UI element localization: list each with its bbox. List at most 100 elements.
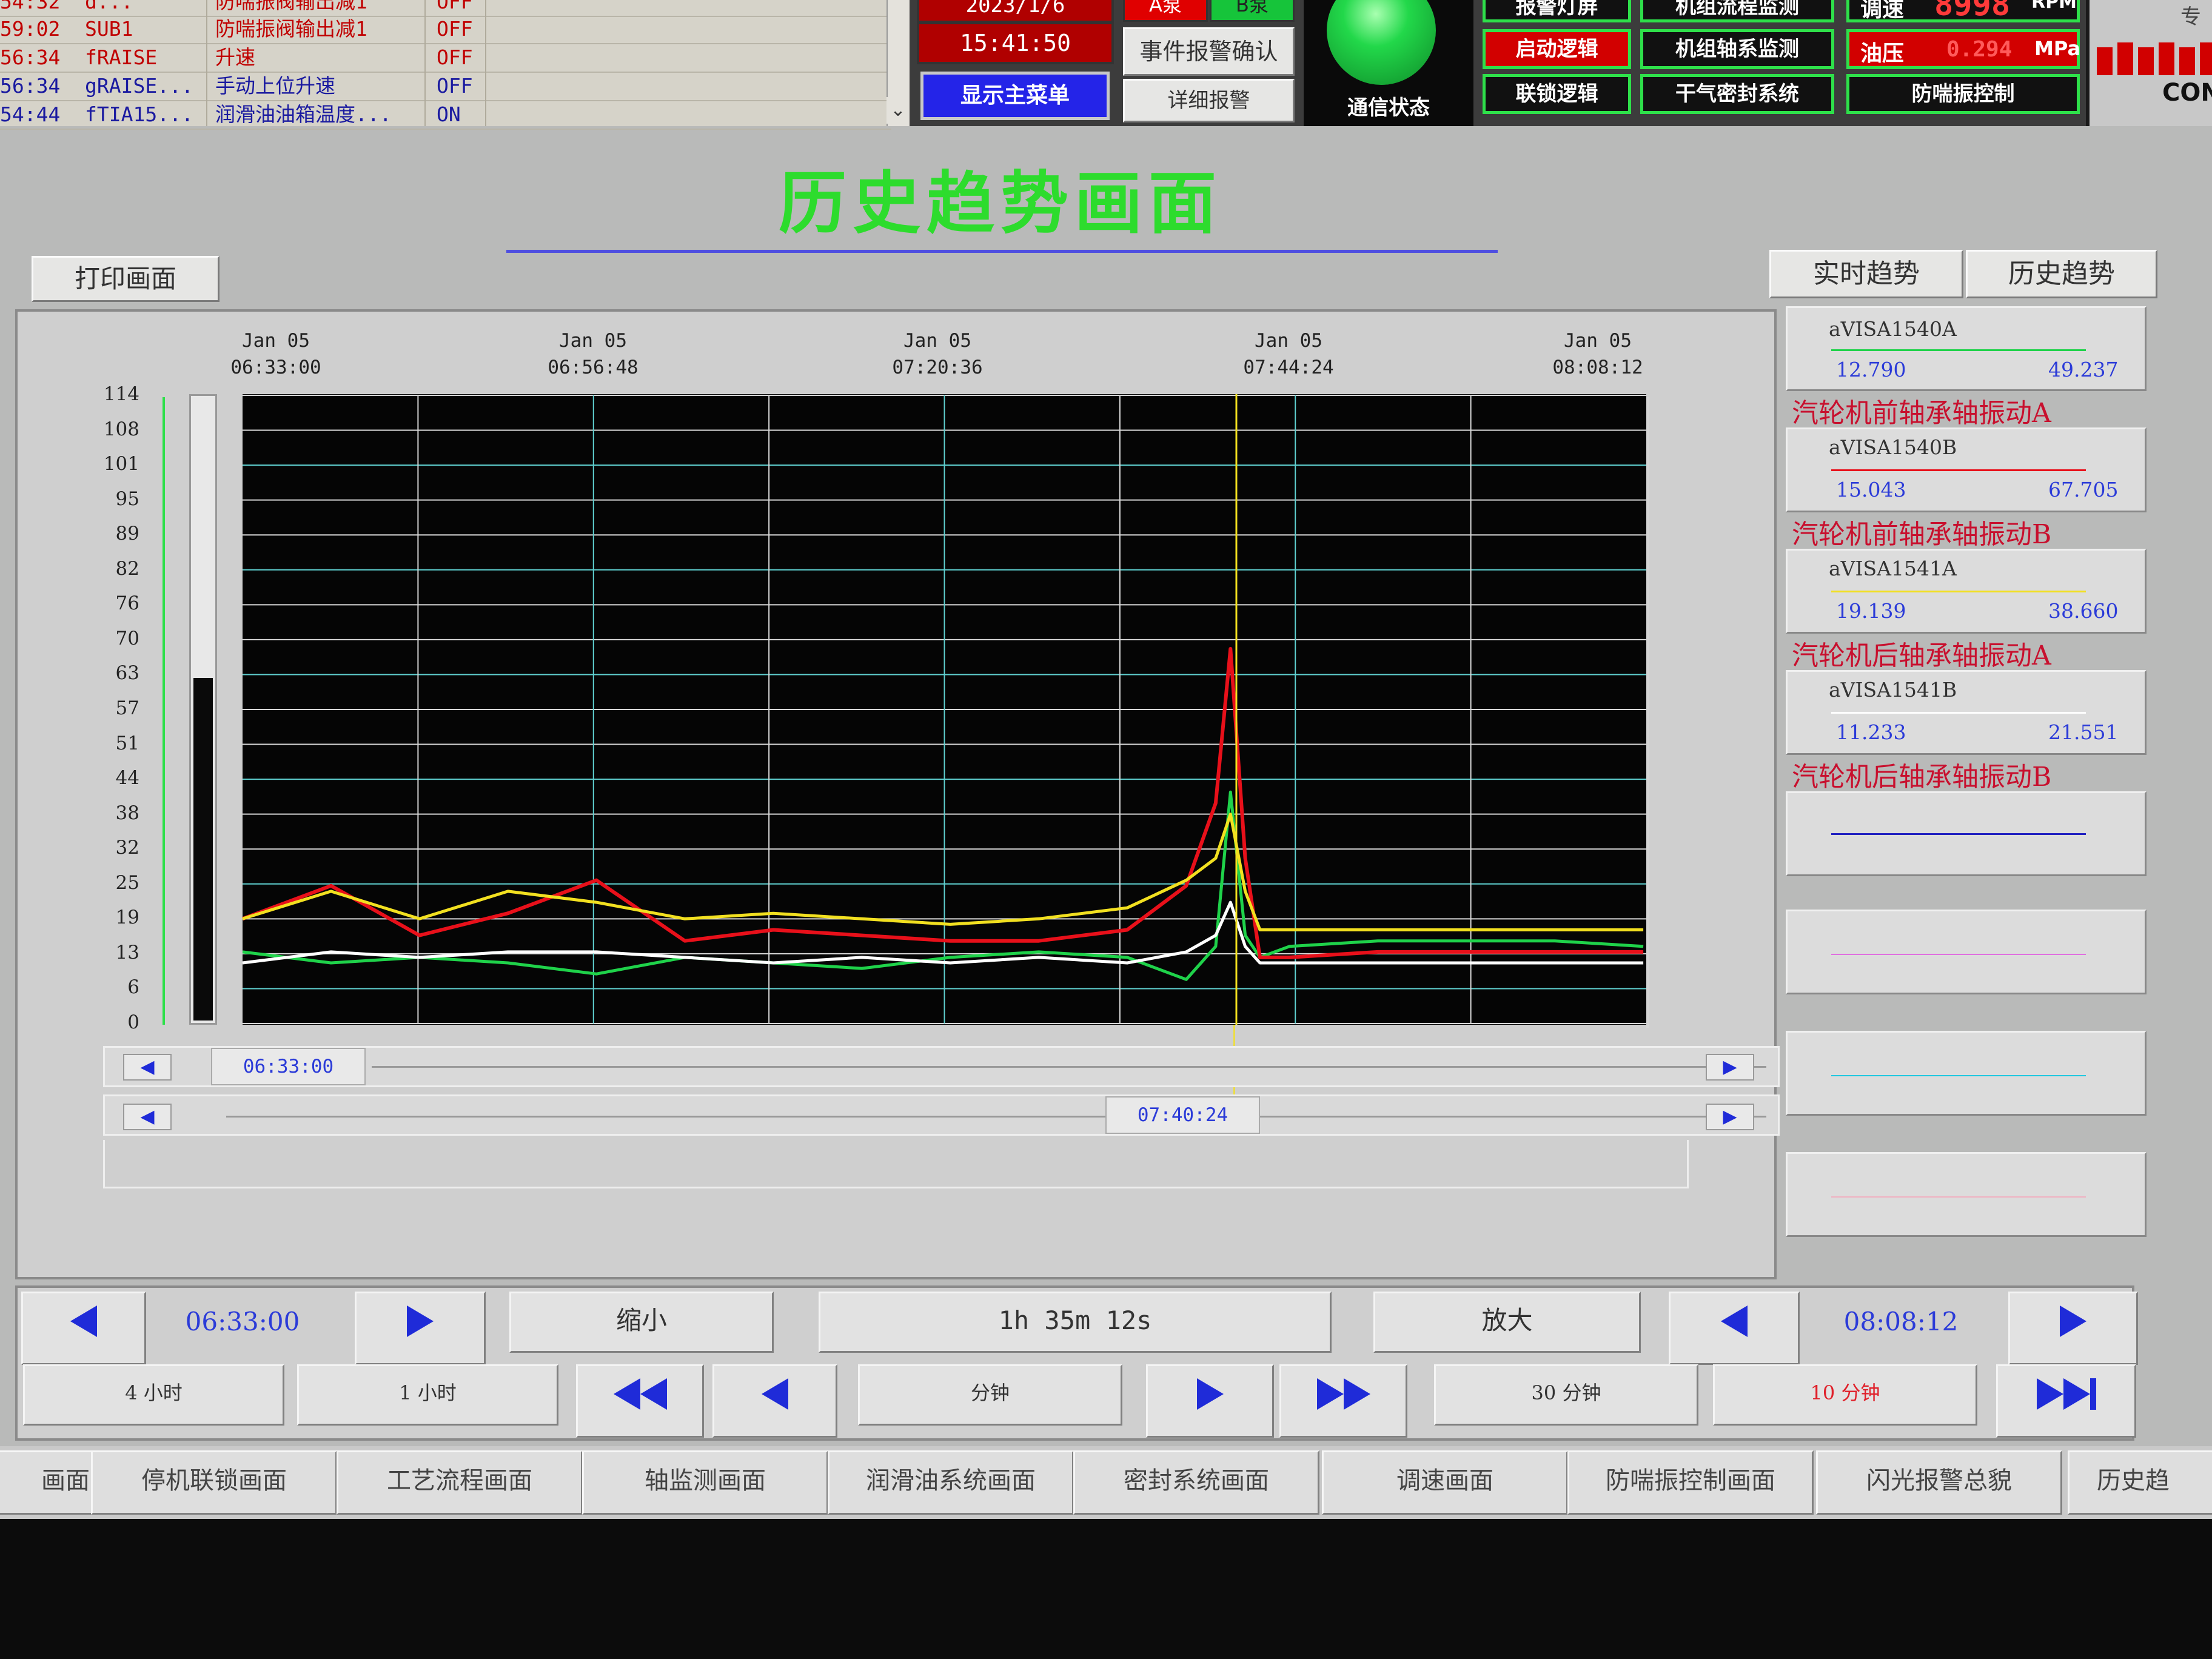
scroll-thumb-start[interactable]: 06:33:00 (211, 1048, 366, 1085)
company-logo-icon (2096, 36, 2212, 79)
range-1-hour-button[interactable]: 1 小时 (297, 1364, 558, 1426)
alarm-tag: fTIA15... (85, 102, 193, 126)
date-display: 2023/1/6 (917, 0, 1114, 23)
tab-realtime-trend[interactable]: 实时趋势 (1769, 250, 1963, 298)
double-arrow-right-icon (1316, 1378, 1344, 1410)
print-screen-button[interactable]: 打印画面 (32, 256, 220, 302)
legend-item-empty[interactable] (1786, 910, 2147, 994)
speed-unit: RPM (2031, 0, 2077, 13)
nav-process-flow[interactable]: 工艺流程画面 (337, 1450, 583, 1515)
nav-shutdown-interlock[interactable]: 停机联锁画面 (91, 1450, 337, 1515)
nav-lube-oil[interactable]: 润滑油系统画面 (828, 1450, 1074, 1515)
end-time-text: 08:08:12 (1843, 1307, 1959, 1336)
print-screen-label: 打印画面 (74, 264, 176, 293)
alarm-tag: SUB1 (85, 17, 133, 41)
interlock-logic-button[interactable]: 联锁逻辑 (1483, 74, 1631, 114)
nav-speed-control[interactable]: 调速画面 (1322, 1450, 1568, 1515)
dry-gas-seal-button[interactable]: 干气密封系统 (1640, 74, 1834, 114)
legend-item[interactable]: aVISA1540A 12.790 49.237 (1786, 306, 2147, 391)
alarm-row[interactable]: 56:34 fRAISE 升速 OFF (0, 44, 891, 73)
pump-a-label: A泵 (1149, 0, 1182, 16)
alarm-state: OFF (437, 74, 473, 98)
cursor-left-arrow-icon[interactable]: ◀ (123, 1104, 172, 1130)
comm-status-lamp-icon (1327, 0, 1436, 85)
alarm-row[interactable]: 56:34 gRAISE... 手动上位升速 OFF (0, 72, 891, 101)
legend-color-line (1831, 833, 2086, 835)
alarm-state: OFF (437, 0, 473, 13)
nav-antisurge[interactable]: 防喘振控制画面 (1567, 1450, 1814, 1515)
scroll-down-arrow-icon[interactable]: ⌄ (886, 97, 910, 124)
top-status-bar: 54:32 d... 防喘振阀输出减1 OFF 59:02 SUB1 防喘振阀输… (0, 0, 2212, 130)
legend-item[interactable]: aVISA1540B 15.043 67.705 (1786, 427, 2147, 512)
pump-a-indicator: A泵 (1123, 0, 1208, 22)
legend-color-line (1831, 349, 2086, 351)
nav-history-trend[interactable]: 历史趋 (2068, 1450, 2212, 1515)
legend-item-empty[interactable] (1786, 1031, 2147, 1116)
title-underline (506, 250, 1498, 253)
jump-to-end-button[interactable] (1996, 1364, 2136, 1438)
alarm-row[interactable]: 59:02 SUB1 防喘振阀输出减1 OFF (0, 15, 891, 44)
date-text: 2023/1/6 (965, 0, 1065, 18)
step-forward-button[interactable] (1146, 1364, 1274, 1438)
scroll-left-arrow-icon[interactable]: ◀ (123, 1054, 172, 1081)
detail-alarm-button[interactable]: 详细报警 (1123, 79, 1295, 122)
legend-item[interactable]: aVISA1541A 19.139 38.660 (1786, 549, 2147, 634)
nav-seal-system[interactable]: 密封系统画面 (1073, 1450, 1319, 1515)
end-time-forward-button[interactable] (2008, 1292, 2138, 1365)
legend-item[interactable]: aVISA1541B 11.233 21.551 (1786, 670, 2147, 755)
scroll-right-arrow-icon[interactable]: ▶ (1706, 1054, 1754, 1081)
x-axis-time: 07:44:24 (1243, 357, 1334, 378)
scroll-rail (372, 1066, 1766, 1068)
zoom-in-button[interactable]: 放大 (1373, 1292, 1641, 1353)
axis-monitor-label: 机组轴系监测 (1675, 37, 1799, 61)
legend-min: 11.233 (1836, 720, 1906, 744)
column-divider (485, 0, 486, 126)
flow-monitor-button[interactable]: 机组流程监测 (1640, 0, 1834, 22)
alarm-time: 54:32 (0, 0, 61, 13)
start-time-back-button[interactable] (21, 1292, 146, 1365)
tab-history-trend[interactable]: 历史趋势 (1966, 250, 2157, 298)
range-10-min-button[interactable]: 10 分钟 (1713, 1364, 1977, 1426)
range-4-hours-button[interactable]: 4 小时 (23, 1364, 284, 1426)
alarm-tag: d... (85, 0, 133, 13)
zoom-out-button[interactable]: 缩小 (509, 1292, 774, 1353)
x-axis-time: 06:56:48 (548, 357, 638, 378)
nav-shaft-monitor[interactable]: 轴监测画面 (582, 1450, 828, 1515)
comm-status-text: 通信状态 (1347, 96, 1430, 120)
oil-pressure-display: 油压 0.294 MPa (1846, 29, 2080, 69)
start-time-forward-button[interactable] (355, 1292, 486, 1365)
legend-color-line (1831, 954, 2086, 955)
x-axis-date: Jan 05 (1564, 330, 1632, 352)
main-menu-button[interactable]: 显示主菜单 (920, 72, 1110, 120)
legend-item-empty[interactable] (1786, 1152, 2147, 1237)
cursor-right-arrow-icon[interactable]: ▶ (1706, 1104, 1754, 1130)
legend-max: 21.551 (2048, 720, 2119, 744)
x-axis-time: 08:08:12 (1552, 357, 1643, 378)
x-axis-label: Jan 05 06:56:48 (514, 327, 672, 381)
alarm-time: 59:02 (0, 17, 61, 41)
cursor-scrollbar[interactable]: ◀ 07:40:24 ▶ (103, 1094, 1780, 1136)
antisurge-control-button[interactable]: 防喘振控制 (1846, 74, 2080, 114)
step-back-button[interactable] (712, 1364, 837, 1438)
end-time-back-button[interactable] (1669, 1292, 1800, 1365)
legend-item-empty[interactable] (1786, 791, 2147, 876)
alarm-row[interactable]: 54:44 fTIA15... 润滑油油箱温度... ON (0, 101, 891, 130)
event-ack-button[interactable]: 事件报警确认 (1123, 27, 1295, 76)
nav-label: 调速画面 (1396, 1467, 1493, 1495)
detail-alarm-label: 详细报警 (1167, 89, 1250, 113)
range-30-min-button[interactable]: 30 分钟 (1434, 1364, 1698, 1426)
nav-label: 画面 (41, 1467, 90, 1495)
minute-unit-button[interactable]: 分钟 (858, 1364, 1122, 1426)
alarm-light-button[interactable]: 报警灯屏 (1483, 0, 1631, 22)
cursor-thumb[interactable]: 07:40:24 (1105, 1096, 1260, 1134)
nav-flash-alarm-overview[interactable]: 闪光报警总貌 (1816, 1450, 2062, 1515)
time-scrollbar[interactable]: ◀ 06:33:00 ▶ (103, 1046, 1780, 1087)
alarm-row[interactable]: 54:32 d... 防喘振阀输出减1 OFF (0, 0, 891, 17)
start-logic-button[interactable]: 启动逻辑 (1483, 29, 1631, 69)
fast-back-button[interactable] (576, 1364, 704, 1438)
axis-monitor-button[interactable]: 机组轴系监测 (1640, 29, 1834, 69)
trend-plot[interactable] (97, 388, 1649, 1031)
alarm-tag: gRAISE... (85, 74, 193, 98)
fast-forward-button[interactable] (1279, 1364, 1407, 1438)
dry-gas-seal-label: 干气密封系统 (1675, 82, 1799, 106)
